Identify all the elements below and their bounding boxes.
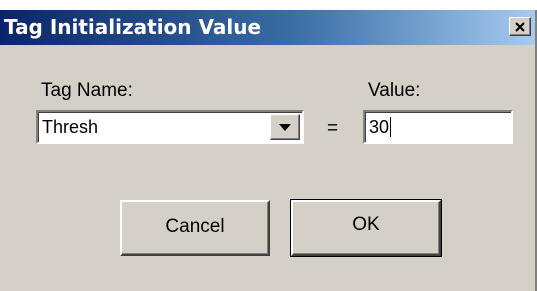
close-x-icon <box>515 22 525 32</box>
value-input-text: 30 <box>369 117 390 137</box>
chevron-down-icon <box>279 124 291 131</box>
tag-name-combobox[interactable]: Thresh <box>36 110 304 144</box>
ok-button[interactable]: OK <box>290 199 442 257</box>
title-bar: Tag Initialization Value <box>0 10 535 45</box>
text-caret <box>390 117 392 137</box>
window-title: Tag Initialization Value <box>4 15 262 39</box>
ok-button-label: OK <box>352 214 380 235</box>
tag-name-selected-value: Thresh <box>42 117 99 137</box>
value-input[interactable]: 30 <box>363 110 513 144</box>
tag-name-dropdown-button[interactable] <box>270 114 300 140</box>
close-button[interactable] <box>509 17 531 36</box>
value-label: Value: <box>368 80 421 101</box>
cancel-button-label: Cancel <box>165 216 225 237</box>
dialog-window: Tag Initialization Value Tag Name: Value… <box>0 10 537 291</box>
equals-sign: = <box>327 118 339 139</box>
cancel-button[interactable]: Cancel <box>120 200 270 256</box>
tag-name-label: Tag Name: <box>41 80 133 101</box>
